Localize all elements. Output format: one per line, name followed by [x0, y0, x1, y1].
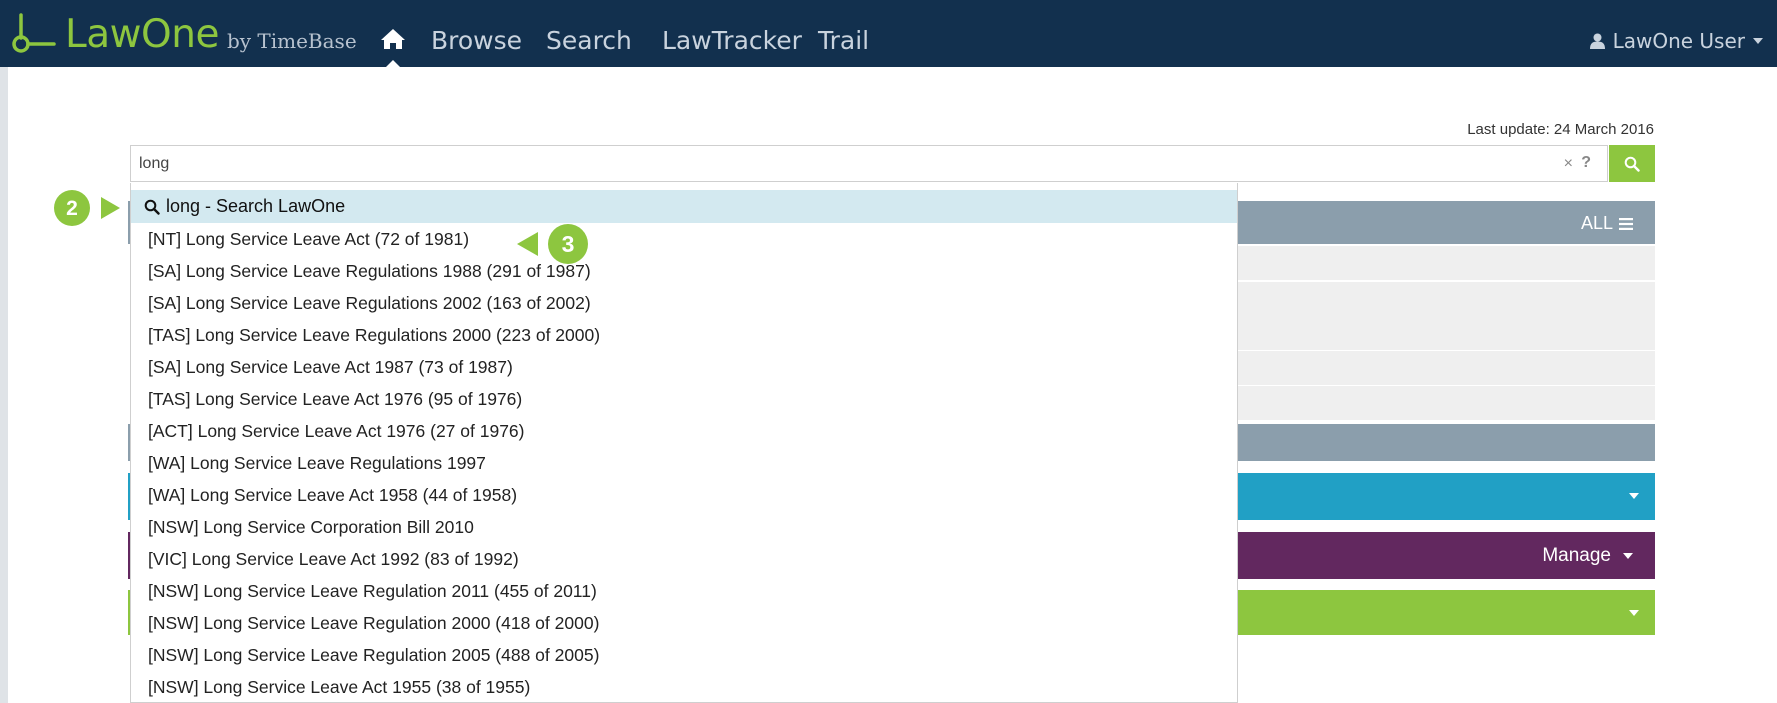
green-dropdown-bar[interactable] — [1238, 590, 1655, 635]
all-filter-button[interactable]: ALL — [1581, 213, 1633, 234]
panel-row — [1238, 282, 1655, 316]
suggestion-item[interactable]: [WA] Long Service Leave Act 1958 (44 of … — [148, 485, 517, 506]
chevron-down-icon — [1623, 553, 1633, 559]
search-all-label: long - Search LawOne — [166, 196, 346, 216]
suggestion-item[interactable]: [NT] Long Service Leave Act (72 of 1981) — [148, 229, 469, 250]
callout-marker-2: 2 — [54, 190, 120, 226]
nav-link-search[interactable]: Search — [546, 26, 632, 55]
suggestion-item[interactable]: [TAS] Long Service Leave Act 1976 (95 of… — [148, 389, 522, 410]
user-icon — [1589, 33, 1605, 49]
user-name: LawOne User — [1612, 29, 1745, 53]
user-menu[interactable]: LawOne User — [1589, 29, 1763, 53]
panel-row — [1238, 246, 1655, 280]
menu-icon — [1619, 217, 1633, 230]
search-all-suggestion[interactable]: long - Search LawOne — [131, 190, 1237, 223]
clear-icon[interactable]: × — [1564, 155, 1573, 173]
all-label: ALL — [1580, 213, 1613, 233]
callout-3-label: 3 — [562, 231, 575, 257]
panel-row — [1238, 351, 1655, 385]
search-box: × ? — [130, 145, 1608, 182]
gavel-logo-icon — [12, 13, 56, 53]
brand-byline: by TimeBase — [226, 29, 357, 53]
window-left-border — [0, 0, 8, 703]
active-tab-indicator — [386, 60, 400, 67]
manage-button[interactable]: Manage — [1542, 545, 1633, 567]
suggestion-item[interactable]: [NSW] Long Service Leave Regulation 2011… — [148, 581, 597, 602]
nav-link-lawtracker[interactable]: LawTracker — [662, 26, 802, 55]
suggestion-item[interactable]: [NSW] Long Service Leave Regulation 2000… — [148, 613, 599, 634]
callout-marker-3: 3 — [517, 224, 588, 264]
search-icon — [144, 199, 160, 215]
suggestion-item[interactable]: [ACT] Long Service Leave Act 1976 (27 of… — [148, 421, 524, 442]
manage-label: Manage — [1542, 545, 1611, 566]
suggestion-item[interactable]: [SA] Long Service Leave Act 1987 (73 of … — [148, 357, 513, 378]
results-header-bar: ALL — [1238, 201, 1655, 244]
suggestion-item[interactable]: [VIC] Long Service Leave Act 1992 (83 of… — [148, 549, 519, 570]
callout-2-label: 2 — [66, 197, 78, 220]
chevron-down-icon — [1629, 493, 1639, 499]
section-header-bar — [1238, 424, 1655, 461]
home-icon[interactable] — [380, 28, 406, 50]
suggestion-item[interactable]: [SA] Long Service Leave Regulations 2002… — [148, 293, 591, 314]
panel-row — [1238, 316, 1655, 350]
suggestion-item[interactable]: [WA] Long Service Leave Regulations 1997 — [148, 453, 486, 474]
help-icon[interactable]: ? — [1581, 154, 1591, 172]
nav-link-browse[interactable]: Browse — [431, 26, 522, 55]
manage-dropdown-bar[interactable]: Manage — [1238, 532, 1655, 579]
brand-name: LawOne — [65, 11, 219, 57]
search-input[interactable] — [139, 146, 1539, 181]
suggestion-item[interactable]: [NSW] Long Service Leave Act 1955 (38 of… — [148, 677, 530, 698]
teal-dropdown-bar[interactable] — [1238, 473, 1655, 520]
nav-link-trail[interactable]: Trail — [818, 26, 869, 55]
search-icon — [1624, 156, 1640, 172]
suggestion-item[interactable]: [TAS] Long Service Leave Regulations 200… — [148, 325, 600, 346]
search-button[interactable] — [1609, 145, 1655, 182]
chevron-down-icon — [1629, 610, 1639, 616]
lawone-logo[interactable]: LawOne by TimeBase — [10, 10, 357, 58]
chevron-down-icon — [1753, 38, 1763, 44]
top-navbar: LawOne by TimeBase Browse Search LawTrac… — [0, 0, 1777, 67]
suggestion-item[interactable]: [NSW] Long Service Corporation Bill 2010 — [148, 517, 474, 538]
suggestion-item[interactable]: [NSW] Long Service Leave Regulation 2005… — [148, 645, 599, 666]
panel-row — [1238, 386, 1655, 420]
last-update-text: Last update: 24 March 2016 — [1467, 121, 1654, 138]
search-suggestions-dropdown: long - Search LawOne [NT] Long Service L… — [130, 183, 1238, 703]
